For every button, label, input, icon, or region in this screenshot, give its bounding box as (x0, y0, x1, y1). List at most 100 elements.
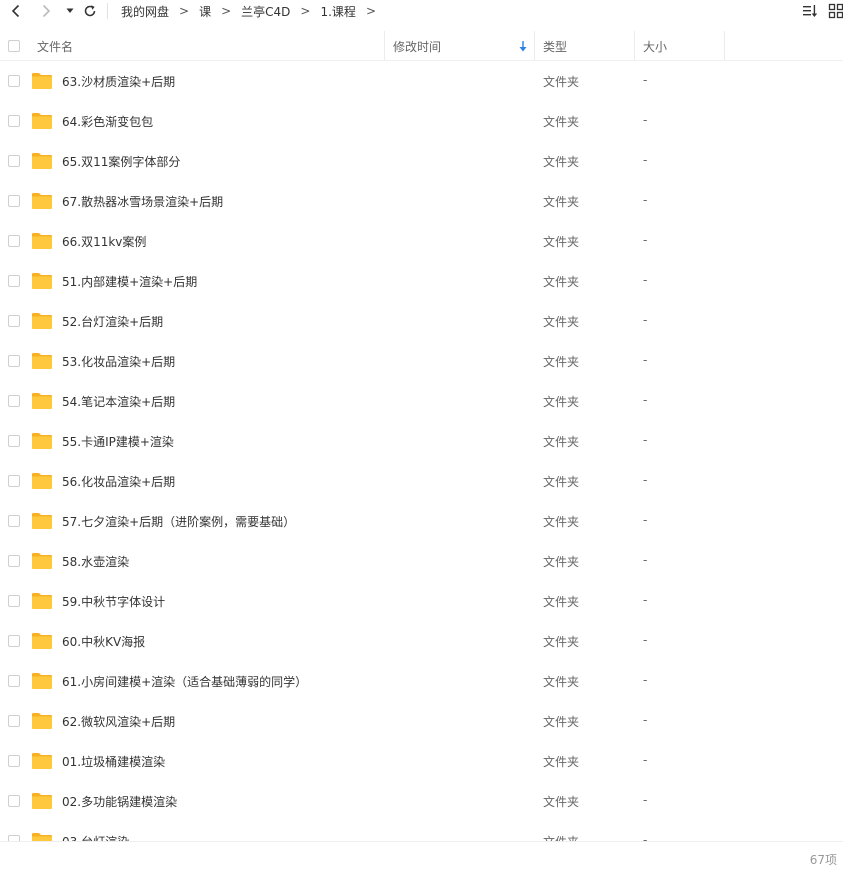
table-row[interactable]: 62.微软风渲染+后期 文件夹 - (0, 701, 843, 741)
file-type: 文件夹 (543, 75, 580, 89)
column-header-type[interactable]: 类型 (535, 31, 635, 61)
row-checkbox[interactable] (8, 675, 20, 687)
breadcrumb-separator: > (365, 4, 376, 18)
row-checkbox[interactable] (8, 475, 20, 487)
breadcrumb: 我的网盘 > 课 > 兰亭C4D > 1.课程 > (121, 2, 386, 20)
table-row[interactable]: 60.中秋KV海报 文件夹 - (0, 621, 843, 661)
row-checkbox[interactable] (8, 275, 20, 287)
row-checkbox[interactable] (8, 195, 20, 207)
file-name[interactable]: 03.台灯渲染 (62, 833, 129, 841)
row-checkbox[interactable] (8, 555, 20, 567)
table-row[interactable]: 53.化妆品渲染+后期 文件夹 - (0, 341, 843, 381)
row-checkbox[interactable] (8, 75, 20, 87)
select-all-checkbox[interactable] (8, 40, 20, 52)
refresh-icon (84, 5, 96, 17)
table-row[interactable]: 52.台灯渲染+后期 文件夹 - (0, 301, 843, 341)
back-button[interactable] (7, 2, 25, 20)
breadcrumb-separator: > (179, 4, 190, 18)
file-type: 文件夹 (543, 195, 580, 209)
file-name[interactable]: 67.散热器冰雪场景渲染+后期 (62, 193, 223, 210)
file-type: 文件夹 (543, 755, 580, 769)
table-row[interactable]: 58.水壶渲染 文件夹 - (0, 541, 843, 581)
row-checkbox[interactable] (8, 315, 20, 327)
view-toggle-button[interactable] (828, 3, 843, 19)
file-type: 文件夹 (543, 475, 580, 489)
file-size: - (643, 73, 648, 87)
table-row[interactable]: 56.化妆品渲染+后期 文件夹 - (0, 461, 843, 501)
file-type: 文件夹 (543, 515, 580, 529)
table-row[interactable]: 67.散热器冰雪场景渲染+后期 文件夹 - (0, 181, 843, 221)
table-row[interactable]: 57.七夕渲染+后期（进阶案例，需要基础） 文件夹 - (0, 501, 843, 541)
row-checkbox[interactable] (8, 435, 20, 447)
breadcrumb-item-ke[interactable]: 课 (199, 3, 211, 20)
table-row[interactable]: 66.双11kv案例 文件夹 - (0, 221, 843, 261)
table-row[interactable]: 03.台灯渲染 文件夹 - (0, 821, 843, 841)
column-header-name[interactable]: 文件名 (28, 31, 385, 61)
sort-button[interactable] (802, 3, 818, 19)
row-checkbox[interactable] (8, 115, 20, 127)
file-name[interactable]: 53.化妆品渲染+后期 (62, 353, 175, 370)
chevron-left-icon (11, 4, 20, 18)
row-checkbox[interactable] (8, 755, 20, 767)
file-name[interactable]: 61.小房间建模+渲染（适合基础薄弱的同学） (62, 673, 307, 690)
file-name[interactable]: 59.中秋节字体设计 (62, 593, 165, 610)
column-header-size[interactable]: 大小 (635, 31, 725, 61)
file-name[interactable]: 58.水壶渲染 (62, 553, 129, 570)
breadcrumb-separator: > (300, 4, 311, 18)
file-name[interactable]: 66.双11kv案例 (62, 233, 146, 250)
row-checkbox[interactable] (8, 235, 20, 247)
file-type: 文件夹 (543, 275, 580, 289)
file-size: - (643, 113, 648, 127)
table-row[interactable]: 59.中秋节字体设计 文件夹 - (0, 581, 843, 621)
file-type: 文件夹 (543, 635, 580, 649)
breadcrumb-item-lanting-c4d[interactable]: 兰亭C4D (241, 3, 290, 20)
row-checkbox[interactable] (8, 635, 20, 647)
file-name[interactable]: 64.彩色渐变包包 (62, 113, 153, 130)
table-row[interactable]: 65.双11案例字体部分 文件夹 - (0, 141, 843, 181)
file-size: - (643, 193, 648, 207)
table-row[interactable]: 55.卡通IP建模+渲染 文件夹 - (0, 421, 843, 461)
refresh-button[interactable] (81, 2, 99, 20)
folder-icon (32, 753, 52, 769)
file-size: - (643, 753, 648, 767)
file-name[interactable]: 65.双11案例字体部分 (62, 153, 180, 170)
row-checkbox[interactable] (8, 515, 20, 527)
file-type: 文件夹 (543, 675, 580, 689)
file-size: - (643, 513, 648, 527)
row-checkbox[interactable] (8, 355, 20, 367)
table-row[interactable]: 63.沙材质渲染+后期 文件夹 - (0, 61, 843, 101)
file-name[interactable]: 57.七夕渲染+后期（进阶案例，需要基础） (62, 513, 295, 530)
sort-descending-icon (519, 41, 527, 52)
file-size: - (643, 633, 648, 647)
file-name[interactable]: 63.沙材质渲染+后期 (62, 73, 175, 90)
row-checkbox[interactable] (8, 795, 20, 807)
file-name[interactable]: 52.台灯渲染+后期 (62, 313, 163, 330)
file-name[interactable]: 02.多功能锅建模渲染 (62, 793, 177, 810)
file-size: - (643, 153, 648, 167)
file-name[interactable]: 01.垃圾桶建模渲染 (62, 753, 165, 770)
file-name[interactable]: 55.卡通IP建模+渲染 (62, 433, 174, 450)
row-checkbox[interactable] (8, 715, 20, 727)
file-size: - (643, 433, 648, 447)
table-row[interactable]: 64.彩色渐变包包 文件夹 - (0, 101, 843, 141)
file-name[interactable]: 56.化妆品渲染+后期 (62, 473, 175, 490)
row-checkbox[interactable] (8, 155, 20, 167)
table-row[interactable]: 54.笔记本渲染+后期 文件夹 - (0, 381, 843, 421)
row-checkbox[interactable] (8, 595, 20, 607)
table-row[interactable]: 51.内部建模+渲染+后期 文件夹 - (0, 261, 843, 301)
breadcrumb-item-my-drive[interactable]: 我的网盘 (121, 3, 169, 20)
history-dropdown-button[interactable] (61, 2, 79, 20)
file-name[interactable]: 62.微软风渲染+后期 (62, 713, 175, 730)
file-name[interactable]: 60.中秋KV海报 (62, 633, 145, 650)
row-checkbox[interactable] (8, 395, 20, 407)
table-row[interactable]: 02.多功能锅建模渲染 文件夹 - (0, 781, 843, 821)
file-name[interactable]: 54.笔记本渲染+后期 (62, 393, 175, 410)
column-header-size-label: 大小 (643, 39, 668, 54)
table-row[interactable]: 61.小房间建模+渲染（适合基础薄弱的同学） 文件夹 - (0, 661, 843, 701)
table-row[interactable]: 01.垃圾桶建模渲染 文件夹 - (0, 741, 843, 781)
breadcrumb-item-courses[interactable]: 1.课程 (320, 3, 355, 20)
folder-icon (32, 153, 52, 169)
forward-button[interactable] (37, 2, 55, 20)
column-header-modified[interactable]: 修改时间 (385, 31, 535, 61)
file-name[interactable]: 51.内部建模+渲染+后期 (62, 273, 197, 290)
